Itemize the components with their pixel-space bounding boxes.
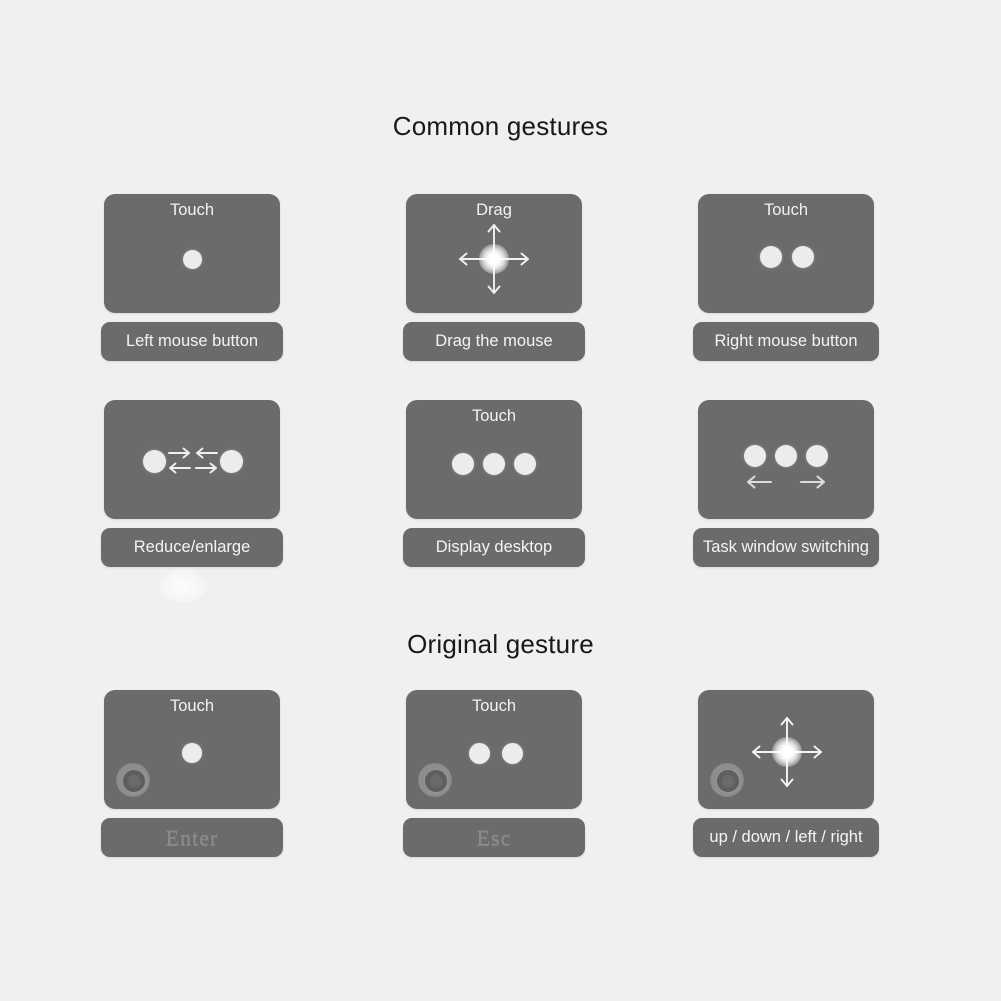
touchpad-surface[interactable]: Touch	[406, 400, 582, 519]
gesture-caption-text: up / down / left / right	[709, 828, 863, 847]
gesture-card-directional[interactable]: up / down / left / right	[693, 690, 879, 857]
four-way-drag-icon	[406, 194, 582, 313]
pinch-arrow-strokes	[168, 447, 218, 474]
touchpad-surface[interactable]: Drag	[406, 194, 582, 313]
gesture-caption-text: Display desktop	[435, 538, 553, 557]
finger-dot	[469, 743, 490, 764]
gesture-caption-text: Esc	[476, 824, 512, 850]
swipe-arrow-strokes	[746, 475, 826, 489]
finger-dot	[760, 246, 782, 268]
gesture-card-reduce-enlarge[interactable]: Reduce/enlarge	[99, 400, 285, 567]
pinch-zoom-icon	[104, 400, 280, 519]
gesture-caption: Task window switching	[693, 528, 879, 567]
home-ring-icon[interactable]	[418, 763, 452, 797]
gesture-card-task-window-switching[interactable]: Task window switching	[693, 400, 879, 567]
gesture-caption: Enter	[101, 818, 283, 857]
gesture-caption-text: Enter	[165, 824, 219, 850]
gesture-caption-text: Reduce/enlarge	[133, 538, 251, 557]
finger-dot	[182, 743, 202, 763]
gesture-caption-text: Drag the mouse	[435, 332, 553, 351]
gesture-card-esc[interactable]: Touch Esc	[401, 690, 587, 857]
three-finger-tap-icon	[406, 400, 582, 519]
touchpad-surface[interactable]	[698, 690, 874, 809]
gesture-card-right-mouse-button[interactable]: Touch Right mouse button	[693, 194, 879, 361]
finger-dot	[502, 743, 523, 764]
drag-center-glow	[772, 737, 802, 767]
section-title-original-gesture: Original gesture	[407, 629, 594, 659]
finger-dot	[514, 453, 536, 475]
four-way-arrows	[750, 715, 824, 789]
home-ring-icon[interactable]	[116, 763, 150, 797]
touchpad-surface[interactable]: Touch	[406, 690, 582, 809]
gesture-caption-text: Right mouse button	[714, 332, 858, 351]
gesture-card-enter[interactable]: Touch Enter	[99, 690, 285, 857]
touchpad-surface[interactable]	[698, 400, 874, 519]
touchpad-surface[interactable]: Touch	[104, 194, 280, 313]
two-finger-tap-icon	[698, 194, 874, 313]
gesture-reference-page: Common gestures Touch Left mouse button …	[0, 0, 1001, 1001]
highlight-artifact	[160, 569, 206, 603]
gesture-caption: Esc	[403, 818, 585, 857]
finger-dot	[452, 453, 474, 475]
gesture-caption: Reduce/enlarge	[101, 528, 283, 567]
gesture-card-drag-the-mouse[interactable]: Drag Drag the mouse	[401, 194, 587, 361]
gesture-caption: Right mouse button	[693, 322, 879, 361]
touchpad-surface[interactable]: Touch	[104, 690, 280, 809]
touchpad-surface[interactable]: Touch	[698, 194, 874, 313]
home-ring-icon[interactable]	[710, 763, 744, 797]
touchpad-surface[interactable]	[104, 400, 280, 519]
gesture-caption: Left mouse button	[101, 322, 283, 361]
gesture-caption: up / down / left / right	[693, 818, 879, 857]
gesture-caption: Display desktop	[403, 528, 585, 567]
gesture-caption-text: Left mouse button	[125, 332, 259, 351]
four-way-arrows	[457, 222, 531, 296]
gesture-card-display-desktop[interactable]: Touch Display desktop	[401, 400, 587, 567]
finger-dot	[792, 246, 814, 268]
gesture-caption-text: Task window switching	[703, 538, 869, 557]
finger-dot	[183, 250, 202, 269]
finger-dot	[483, 453, 505, 475]
section-title-common-gestures: Common gestures	[392, 111, 609, 141]
gesture-caption: Drag the mouse	[403, 322, 585, 361]
three-finger-swipe-icon	[698, 400, 874, 519]
drag-center-glow	[479, 244, 509, 274]
gesture-card-left-mouse-button[interactable]: Touch Left mouse button	[99, 194, 285, 361]
one-finger-tap-icon	[104, 194, 280, 313]
